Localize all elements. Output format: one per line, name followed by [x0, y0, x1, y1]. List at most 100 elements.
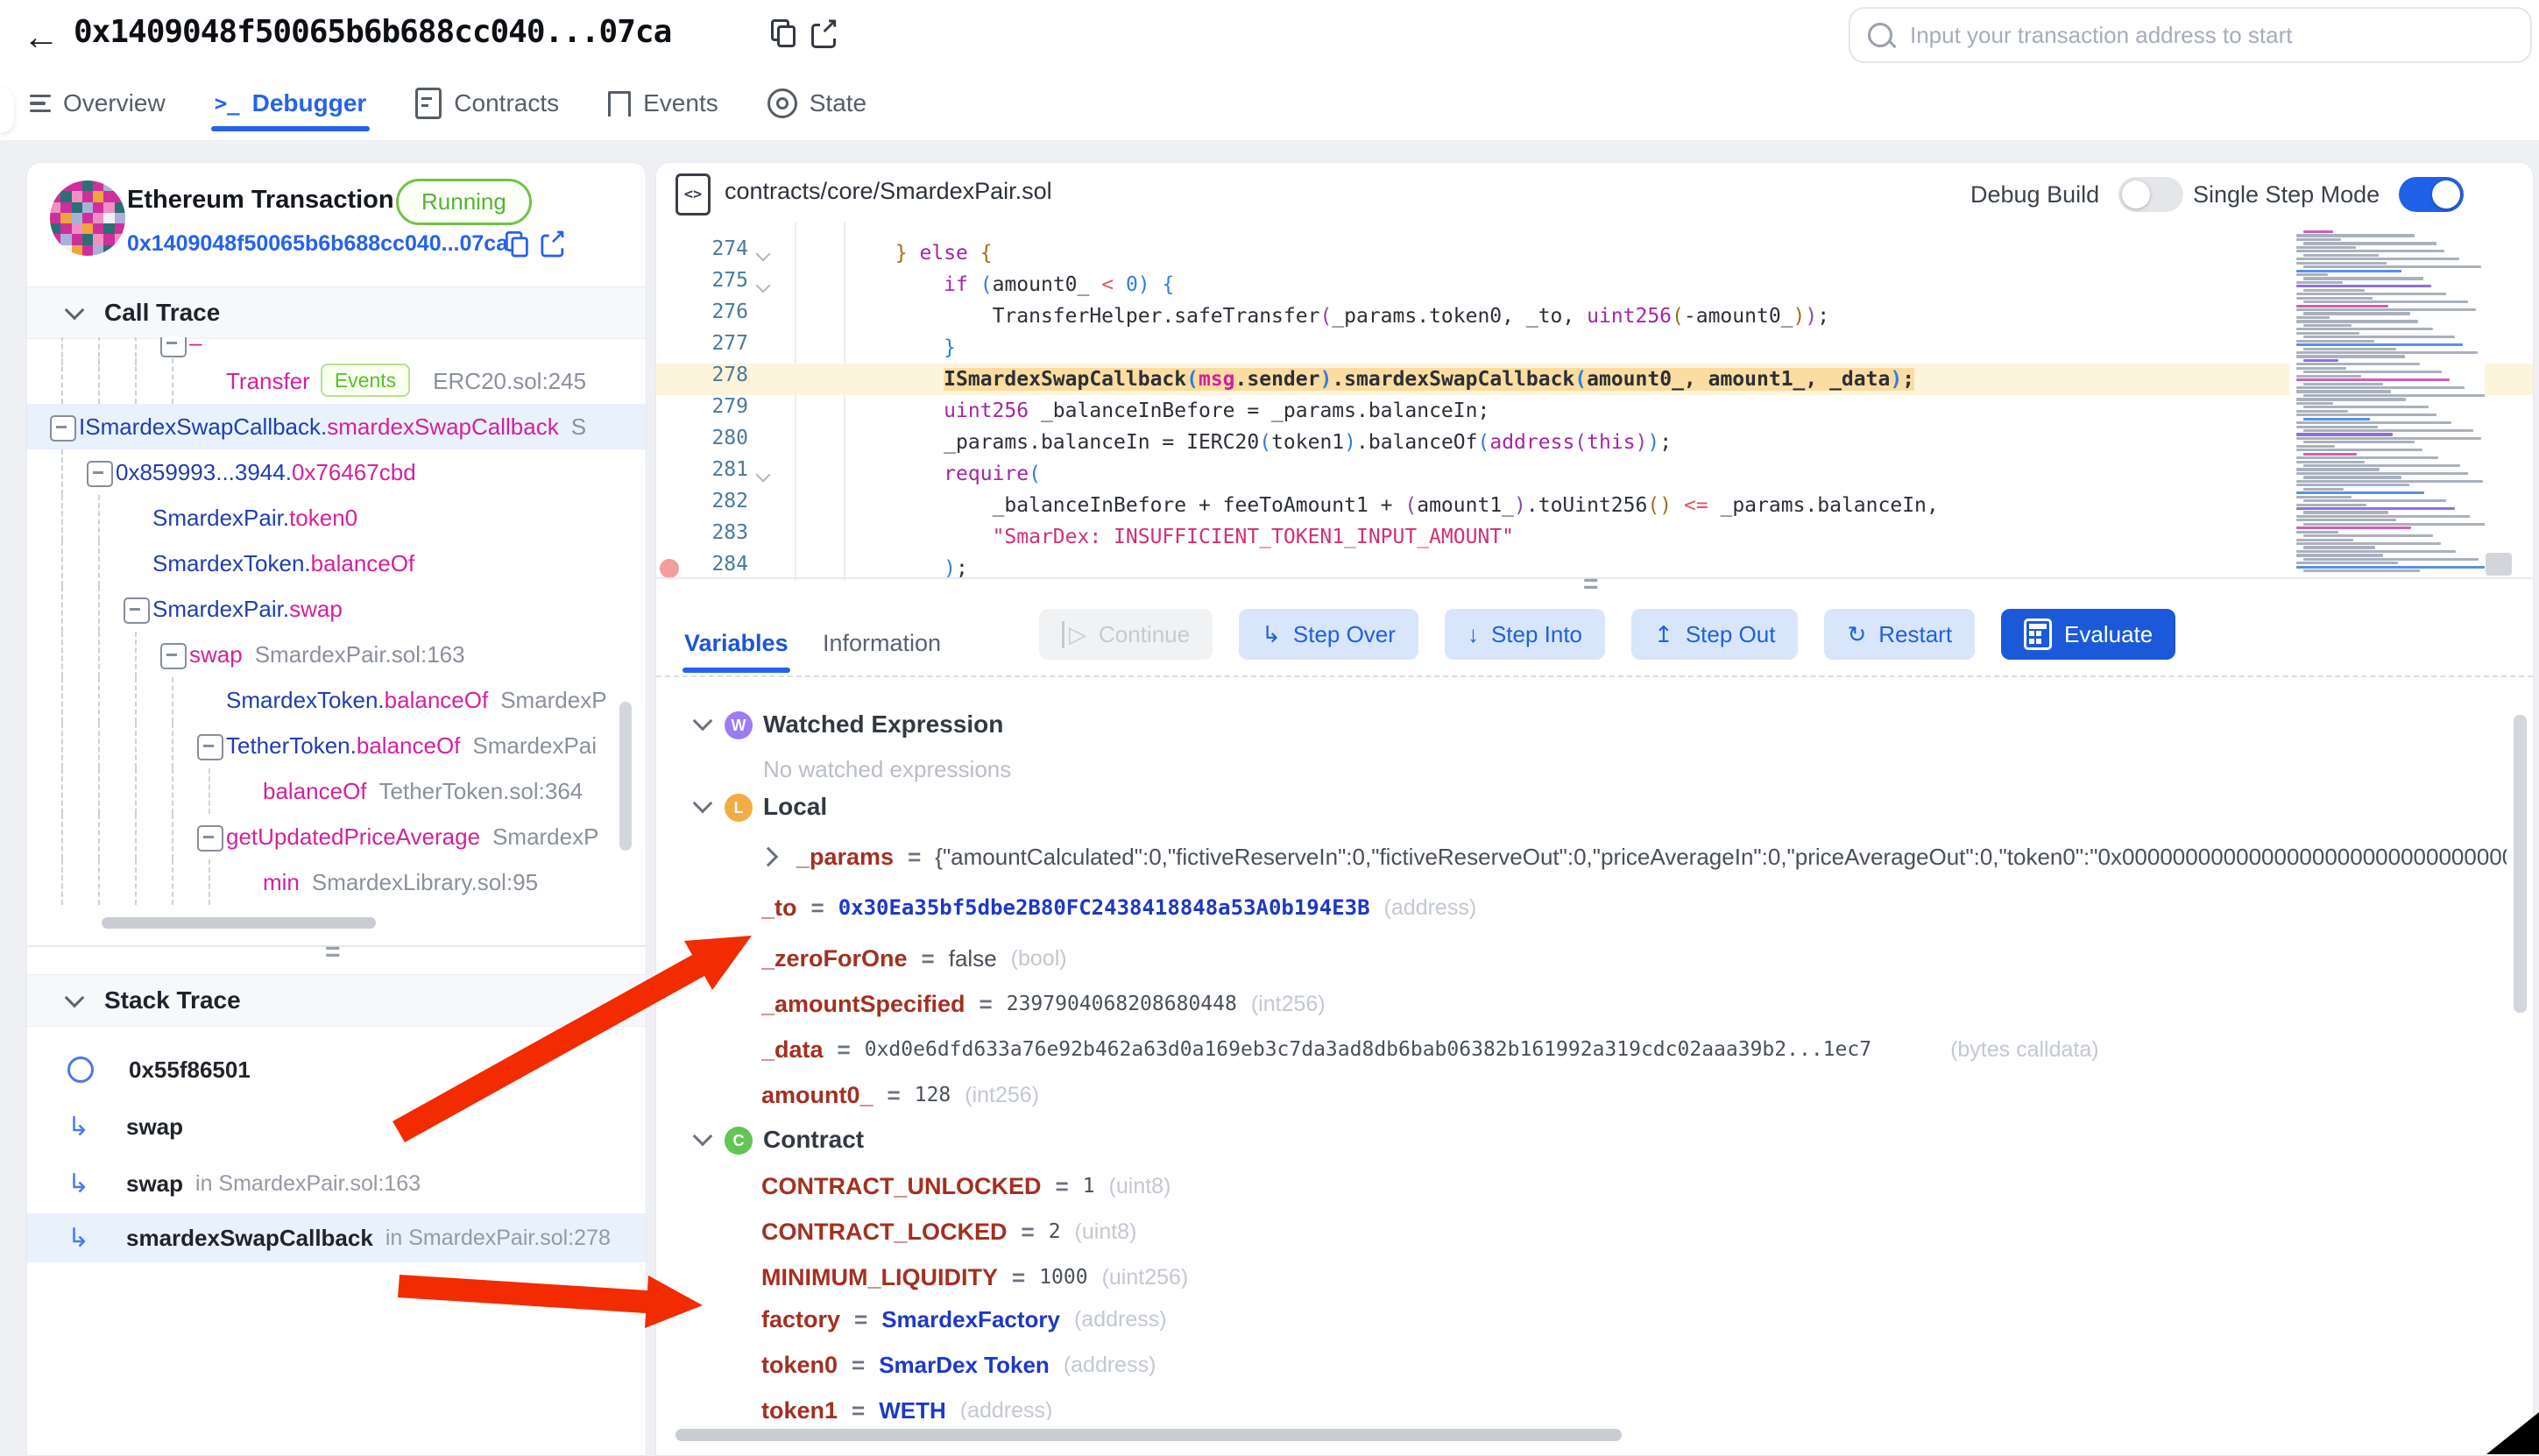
step-out-button[interactable]: ↥Step Out	[1631, 609, 1798, 660]
copy-icon[interactable]	[771, 19, 794, 46]
collapse-icon[interactable]	[50, 415, 76, 442]
code-token: (	[1574, 431, 1587, 454]
call-trace-row[interactable]: TetherToken.balanceOfSmardexPai	[27, 723, 646, 768]
minimap-line	[2303, 324, 2352, 327]
call-trace-row[interactable]: SmardexToken.balanceOf	[27, 541, 646, 586]
trace-part: balanceOf	[263, 778, 367, 804]
variable-row: _zeroForOne=false(bool)	[761, 936, 2507, 981]
tree-guide	[172, 723, 173, 768]
tab-debugger[interactable]: >_Debugger	[215, 75, 367, 131]
evaluate-button[interactable]: Evaluate	[2001, 609, 2175, 660]
fold-chevron-icon[interactable]	[756, 468, 771, 483]
chevron-down-icon[interactable]	[693, 1127, 713, 1147]
minimap-line	[2303, 348, 2396, 350]
variables-hscrollbar[interactable]	[675, 1429, 1622, 1441]
tab-state[interactable]: State	[767, 75, 866, 131]
line-number[interactable]: 284	[656, 553, 748, 576]
variable-name: _zeroForOne	[761, 945, 908, 972]
minimap-line	[2296, 246, 2356, 249]
section-title[interactable]: Watched Expression	[763, 710, 1003, 739]
minimap-line	[2296, 262, 2387, 265]
code-minimap[interactable]	[2289, 227, 2485, 576]
collapse-icon[interactable]	[124, 597, 150, 624]
chevron-down-icon[interactable]	[693, 711, 713, 732]
tree-guide	[172, 768, 173, 814]
step-into-button[interactable]: ↓Step Into	[1445, 609, 1605, 660]
tab-information[interactable]: Information	[823, 630, 941, 657]
search-input[interactable]	[1908, 21, 2472, 50]
line-number[interactable]: 280	[656, 427, 748, 449]
collapse-icon[interactable]	[160, 643, 187, 669]
stack-frame[interactable]: ↳smardexSwapCallbackin SmardexPair.sol:2…	[27, 1213, 646, 1262]
minimap-scroll-thumb[interactable]	[2486, 553, 2512, 576]
chevron-down-icon[interactable]	[693, 794, 713, 814]
line-number[interactable]: 281	[656, 458, 748, 481]
call-trace-row[interactable]: balanceOfTetherToken.sol:364	[27, 768, 646, 814]
line-number[interactable]: 275	[656, 269, 748, 292]
collapse-icon[interactable]	[197, 734, 223, 760]
tab-events[interactable]: Events	[608, 75, 718, 131]
debug-build-toggle[interactable]	[2118, 177, 2183, 212]
collapse-icon[interactable]	[160, 337, 187, 357]
tab-overview[interactable]: Overview	[30, 75, 166, 131]
call-trace-vscrollbar[interactable]	[619, 702, 632, 851]
collapse-icon[interactable]	[87, 461, 113, 487]
resize-handle[interactable]: =	[325, 937, 341, 967]
tree-guide	[98, 723, 100, 768]
drawer-notch[interactable]	[0, 88, 14, 133]
fold-chevron-icon[interactable]	[756, 279, 771, 293]
equals-sign: =	[852, 1397, 865, 1421]
equals-sign: =	[1022, 1219, 1035, 1246]
stack-frame[interactable]: ↳swap	[27, 1102, 646, 1151]
variable-value: WETH	[879, 1397, 946, 1421]
tab-variables[interactable]: Variables	[684, 630, 789, 657]
line-number[interactable]: 278	[656, 364, 748, 386]
call-trace-row[interactable]: 0x859993...3944.0x76467cbd	[27, 449, 646, 495]
line-number[interactable]: 276	[656, 300, 748, 323]
code-token: )	[1647, 431, 1659, 454]
continue-button[interactable]: ▷Continue	[1039, 609, 1213, 660]
empty-message: No watched expressions	[763, 756, 1011, 783]
collapse-icon[interactable]	[197, 825, 223, 852]
stack-frame[interactable]: 0x55f86501	[27, 1045, 646, 1094]
transaction-address-link[interactable]: 0x1409048f50065b6b688cc040...07ca	[127, 231, 508, 257]
line-number[interactable]: 277	[656, 332, 748, 355]
back-button[interactable]: ←	[23, 16, 60, 58]
restart-button[interactable]: ↻Restart	[1824, 609, 1975, 660]
stack-frame[interactable]: ↳swapin SmardexPair.sol:163	[27, 1159, 646, 1208]
stack-trace-header[interactable]: Stack Trace	[27, 974, 646, 1027]
copy-icon[interactable]	[506, 231, 527, 256]
call-trace-row[interactable]: minSmardexLibrary.sol:95	[27, 859, 646, 905]
expand-chevron-icon[interactable]	[761, 847, 778, 867]
tab-contracts[interactable]: Contracts	[415, 75, 559, 131]
line-number[interactable]: 279	[656, 395, 748, 418]
minimap-line	[2296, 351, 2478, 354]
variable-name: amount0_	[761, 1082, 873, 1109]
line-number[interactable]: 283	[656, 521, 748, 544]
section-title[interactable]: Contract	[763, 1126, 864, 1154]
call-trace-row[interactable]: swapSmardexPair.sol:163	[27, 632, 646, 677]
line-number[interactable]: 282	[656, 490, 748, 512]
fold-chevron-icon[interactable]	[756, 247, 771, 262]
external-link-icon[interactable]	[541, 231, 563, 254]
resize-handle[interactable]: =	[1583, 569, 1599, 599]
call-trace-row[interactable]: SmardexToken.balanceOfSmardexP	[27, 677, 646, 723]
variable-row: _amountSpecified=2397904068208680448(int…	[761, 981, 2507, 1027]
section-title[interactable]: Local	[763, 793, 827, 821]
step-over-button[interactable]: ↳Step Over	[1239, 609, 1418, 660]
variable-row: amount0_=128(int256)	[761, 1072, 2507, 1118]
code-token: (	[1404, 494, 1417, 517]
call-trace-row[interactable]: getUpdatedPriceAverageSmardexP	[27, 814, 646, 859]
call-trace-row[interactable]: TransferEventsERC20.sol:245	[27, 358, 646, 404]
call-trace-row[interactable]: SmardexPair.swap	[27, 586, 646, 632]
line-number[interactable]: 274	[656, 237, 748, 260]
single-step-mode-toggle[interactable]	[2399, 177, 2464, 212]
call-trace-row[interactable]: SmardexPair.token0	[27, 495, 646, 541]
call-trace-hscrollbar[interactable]	[102, 917, 376, 929]
code-token: )	[1805, 305, 1817, 328]
variables-vscrollbar[interactable]	[2514, 715, 2527, 1013]
external-link-icon[interactable]	[811, 20, 836, 45]
call-trace-header[interactable]: Call Trace	[27, 286, 646, 339]
call-trace-row[interactable]: ISmardexSwapCallback.smardexSwapCallback…	[27, 404, 646, 449]
search-box[interactable]	[1849, 7, 2532, 63]
